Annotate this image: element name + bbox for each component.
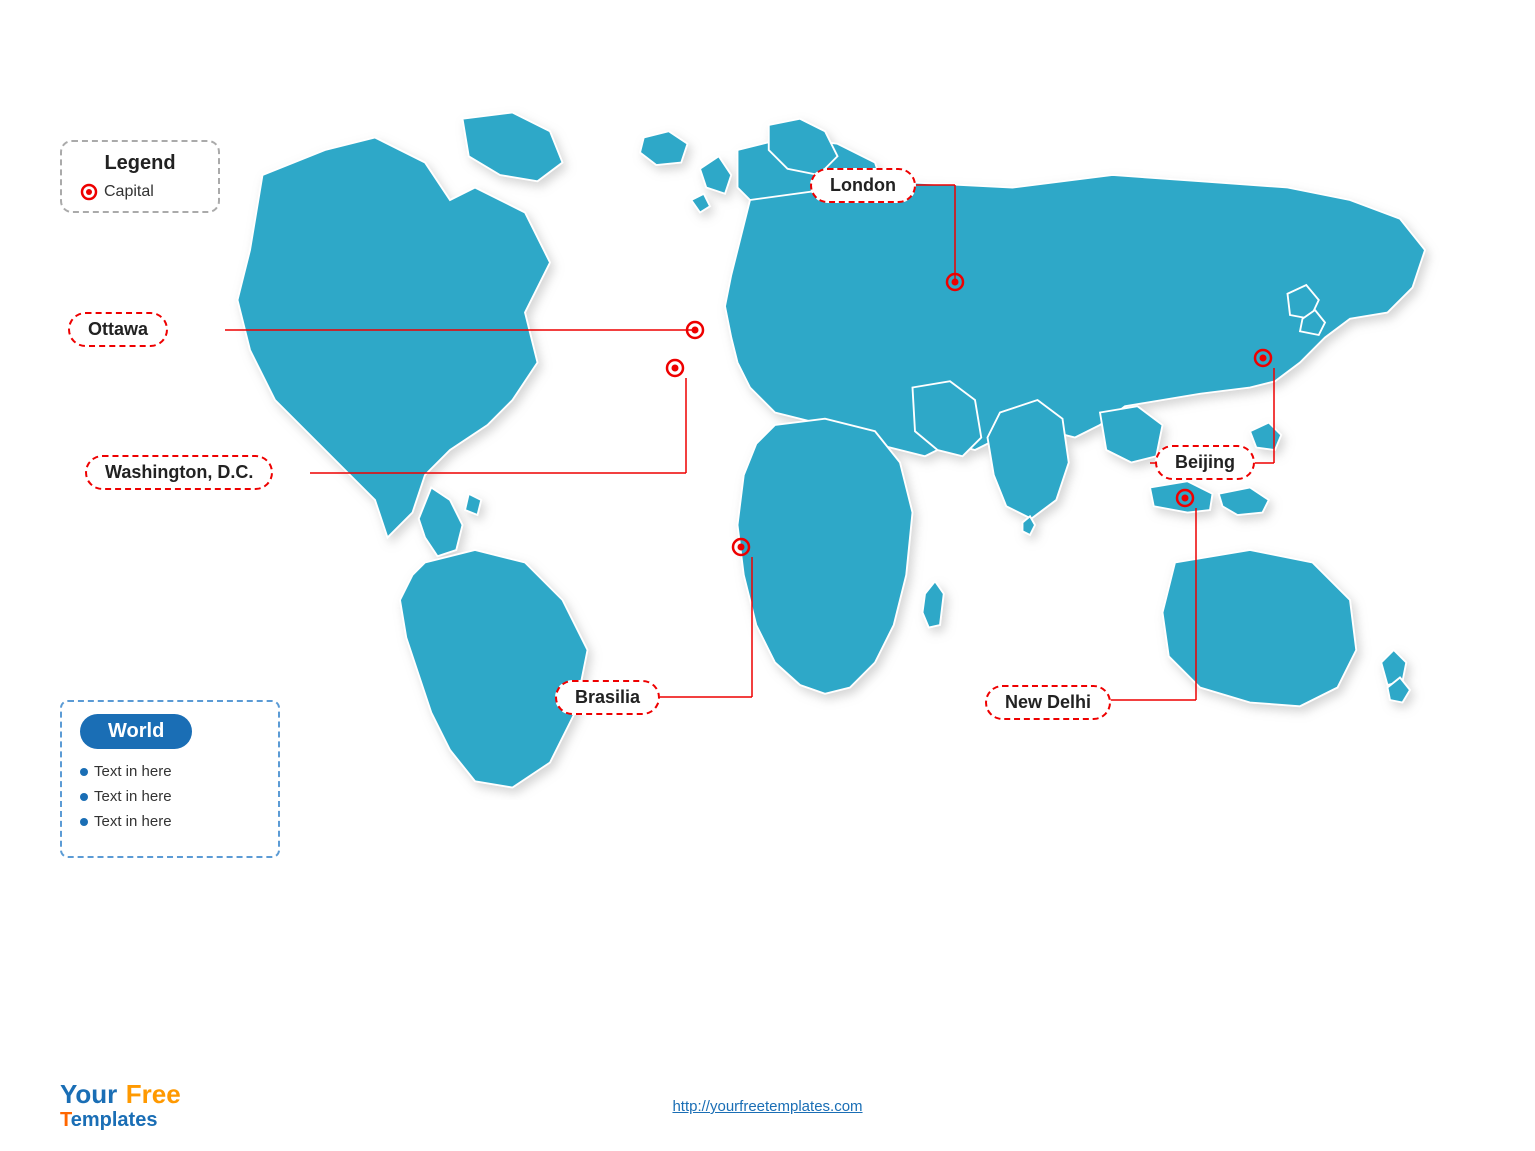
footer-url-container: http://yourfreetemplates.com: [672, 1098, 862, 1116]
world-badge: World: [80, 714, 192, 749]
list-item-1: Text in here: [80, 763, 260, 780]
london-pin: [944, 271, 966, 293]
logo-free: Free: [126, 1079, 181, 1109]
city-label-ottawa: Ottawa: [68, 312, 168, 347]
logo-row2: Templates: [60, 1109, 181, 1131]
city-label-newdelhi: New Delhi: [985, 685, 1111, 720]
capital-icon: [80, 183, 98, 201]
legend-capital-item: Capital: [80, 183, 200, 201]
new-delhi-pin: [1174, 487, 1196, 509]
logo-row1: Your Free: [60, 1080, 181, 1109]
logo-emplates: emplates: [71, 1109, 158, 1131]
info-box: World Text in here Text in here Text in …: [60, 700, 280, 858]
city-label-beijing: Beijing: [1155, 445, 1255, 480]
legend-box: Legend Capital: [60, 140, 220, 213]
logo-your: Your: [60, 1079, 117, 1109]
legend-capital-label: Capital: [104, 183, 154, 201]
footer-logo: Your Free Templates: [60, 1080, 181, 1131]
info-list: Text in here Text in here Text in here: [80, 763, 260, 830]
footer-url[interactable]: http://yourfreetemplates.com: [672, 1098, 862, 1115]
ottawa-pin: [684, 319, 706, 341]
beijing-pin: [1252, 347, 1274, 369]
logo-t: T: [60, 1109, 71, 1131]
brasilia-pin: [730, 536, 752, 558]
city-label-london: London: [810, 168, 916, 203]
main-container: Legend Capital London Ottawa Washington,…: [0, 0, 1535, 1151]
washington-pin: [664, 357, 686, 379]
list-item-2: Text in here: [80, 788, 260, 805]
city-label-washington: Washington, D.C.: [85, 455, 273, 490]
list-item-3: Text in here: [80, 813, 260, 830]
world-map: [200, 100, 1450, 800]
bullet-dot-2: [80, 793, 88, 801]
bullet-dot-1: [80, 768, 88, 776]
bullet-dot-3: [80, 818, 88, 826]
legend-title: Legend: [80, 152, 200, 175]
city-label-brasilia: Brasilia: [555, 680, 660, 715]
